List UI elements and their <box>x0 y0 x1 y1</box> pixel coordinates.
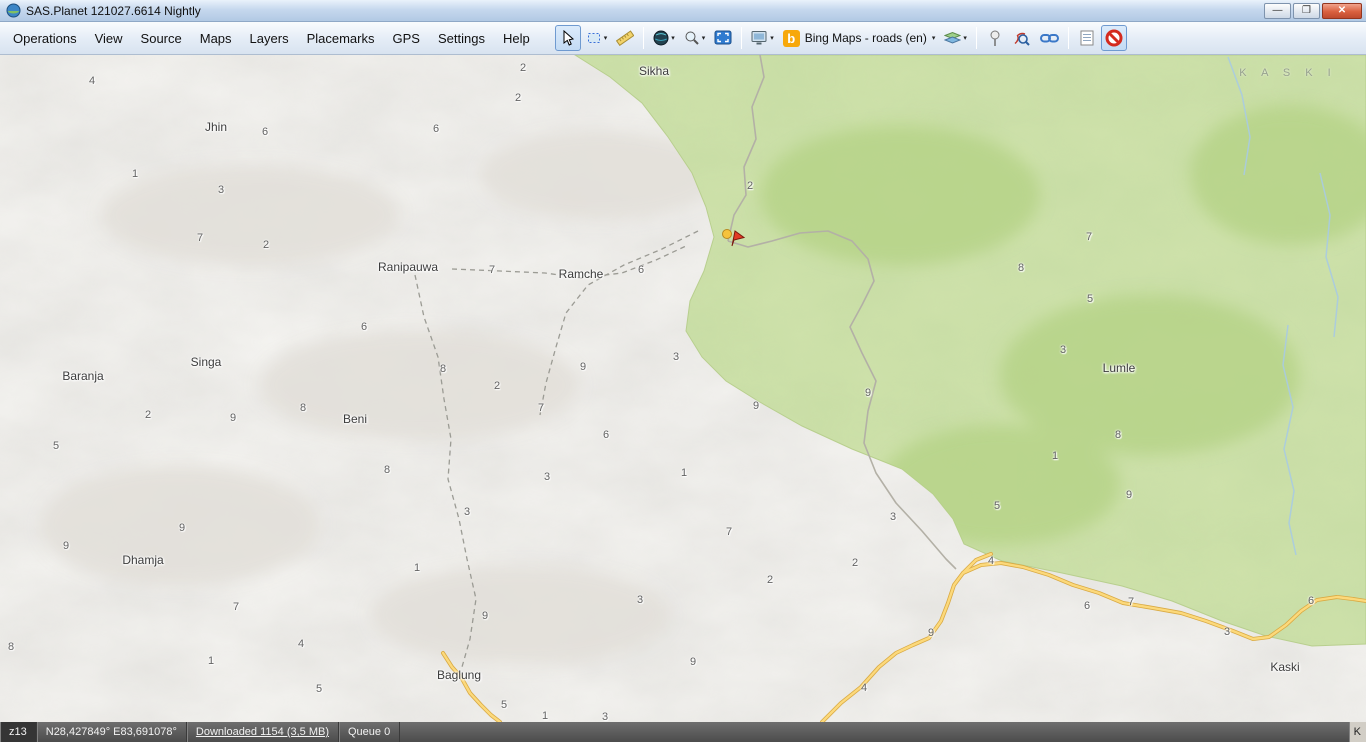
menu-item[interactable]: Maps <box>191 26 241 51</box>
statusbar-right: K <box>1349 722 1366 742</box>
magnifier-icon <box>684 30 700 46</box>
chevron-down-icon[interactable]: ▾ <box>702 35 706 42</box>
coordinates: N28,427849° E83,691078° <box>37 722 187 742</box>
selection-rect-icon <box>586 30 602 46</box>
monitor-icon <box>751 30 768 46</box>
globe-icon <box>653 30 669 46</box>
ban-icon <box>1105 29 1123 47</box>
statusbar: z13 N28,427849° E83,691078° Downloaded 1… <box>0 722 1366 742</box>
minimize-button[interactable]: — <box>1264 3 1291 19</box>
route-search-button[interactable] <box>1009 25 1035 51</box>
menu-toolbar-row: OperationsViewSourceMapsLayersPlacemarks… <box>0 22 1366 55</box>
queue-status: Queue 0 <box>339 722 400 742</box>
ruler-tool-button[interactable] <box>612 25 638 51</box>
menu-item[interactable]: Settings <box>429 26 494 51</box>
menu-item[interactable]: View <box>86 26 132 51</box>
list-page-icon <box>1080 30 1094 46</box>
app-icon <box>6 3 21 18</box>
window-controls: — ❐ ✕ <box>1264 3 1362 19</box>
route-magnifier-icon <box>1013 30 1030 46</box>
maximize-button[interactable]: ❐ <box>1293 3 1320 19</box>
zoom-tool-button[interactable]: ▾ <box>680 25 710 51</box>
cursor-icon <box>560 30 576 46</box>
close-button[interactable]: ✕ <box>1322 3 1362 19</box>
zoom-level: z13 <box>0 722 37 742</box>
toolbar-separator <box>1068 27 1069 49</box>
navigation-link-button[interactable] <box>1036 25 1063 51</box>
bing-maps-selector[interactable]: b Bing Maps - roads (en) ▾ <box>779 25 940 51</box>
active-map-label: Bing Maps - roads (en) <box>805 31 927 45</box>
map-svg <box>0 55 1366 722</box>
ruler-icon <box>616 30 634 46</box>
placemark-flag[interactable] <box>720 226 746 248</box>
statusbar-spacer <box>400 722 1348 742</box>
menubar: OperationsViewSourceMapsLayersPlacemarks… <box>4 26 539 51</box>
region-label: K A S K I <box>1239 67 1336 79</box>
menu-item[interactable]: Operations <box>4 26 86 51</box>
bing-logo-icon: b <box>783 30 800 47</box>
app-window: SAS.Planet 121027.6614 Nightly — ❐ ✕ Ope… <box>0 0 1366 742</box>
menu-item[interactable]: Source <box>132 26 191 51</box>
toolbar-separator <box>976 27 977 49</box>
chevron-down-icon[interactable]: ▾ <box>932 35 936 42</box>
layers-icon <box>944 30 961 46</box>
toolbar-separator <box>741 27 742 49</box>
chevron-down-icon[interactable]: ▾ <box>671 35 675 42</box>
selection-tool-button[interactable]: ▾ <box>582 25 612 51</box>
menu-item[interactable]: GPS <box>384 26 429 51</box>
placemark-pin-button[interactable] <box>982 25 1008 51</box>
chevron-down-icon[interactable]: ▾ <box>604 35 608 42</box>
map-canvas[interactable]: SikhaJhinRanipauwaRamcheSingaBaranjaBeni… <box>0 55 1366 722</box>
fill-map-button[interactable]: ▾ <box>747 25 778 51</box>
cancel-download-button[interactable] <box>1101 25 1127 51</box>
window-title: SAS.Planet 121027.6614 Nightly <box>26 4 201 18</box>
globe-tool-button[interactable]: ▾ <box>649 25 679 51</box>
placemark-list-button[interactable] <box>1074 25 1100 51</box>
pin-icon <box>989 30 1001 47</box>
toolbar-separator <box>643 27 644 49</box>
menu-item[interactable]: Placemarks <box>298 26 384 51</box>
downloaded-status: Downloaded 1154 (3,5 MB) <box>187 722 339 742</box>
layers-selector-button[interactable]: ▾ <box>940 25 971 51</box>
toolbar: ▾ ▾ <box>555 25 1127 51</box>
cursor-tool-button[interactable] <box>555 25 581 51</box>
fullscreen-icon <box>714 30 732 46</box>
menu-item[interactable]: Layers <box>241 26 298 51</box>
chain-link-icon <box>1040 31 1059 45</box>
menu-item[interactable]: Help <box>494 26 539 51</box>
chevron-down-icon[interactable]: ▾ <box>963 35 967 42</box>
fullscreen-button[interactable] <box>710 25 736 51</box>
titlebar: SAS.Planet 121027.6614 Nightly — ❐ ✕ <box>0 0 1366 22</box>
chevron-down-icon[interactable]: ▾ <box>770 35 774 42</box>
